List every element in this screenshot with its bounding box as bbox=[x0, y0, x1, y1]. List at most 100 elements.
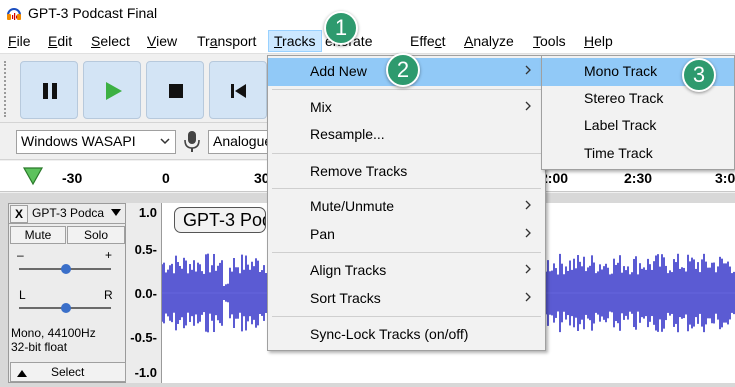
step-badge-3: 3 bbox=[682, 58, 716, 92]
menu-item-label: Label Track bbox=[584, 117, 657, 133]
menu-tracks[interactable]: Tracks bbox=[268, 30, 322, 52]
pan-slider-handle[interactable] bbox=[61, 303, 71, 313]
pan-left-label: L bbox=[19, 288, 26, 302]
menu-transport[interactable]: Transport bbox=[197, 33, 256, 49]
menu-analyze-accel: A bbox=[464, 33, 474, 49]
amplitude-scale: 1.0 0.5- 0.0- -0.5- -1.0 bbox=[126, 203, 162, 383]
select-button-label: Select bbox=[51, 365, 85, 379]
menu-item-align-tracks[interactable]: Align Tracks bbox=[268, 257, 545, 285]
menu-view-accel: V bbox=[147, 33, 157, 49]
menu-item-pan[interactable]: Pan bbox=[268, 221, 545, 249]
gain-minus-label: – bbox=[17, 248, 24, 262]
menu-item-label: Resample... bbox=[310, 126, 385, 142]
menu-item-remove-tracks[interactable]: Remove Tracks bbox=[268, 158, 545, 186]
menu-view[interactable]: View bbox=[147, 33, 177, 49]
menu-analyze-label: nalyze bbox=[473, 33, 514, 49]
menu-item-label: Mute/Unmute bbox=[310, 198, 395, 214]
menu-help[interactable]: Help bbox=[584, 33, 613, 49]
menu-tools-label: ools bbox=[540, 33, 566, 49]
pause-icon bbox=[43, 83, 57, 99]
menu-analyze[interactable]: Analyze bbox=[464, 33, 514, 49]
submenu-arrow-icon bbox=[525, 200, 531, 210]
microphone-icon bbox=[184, 131, 200, 152]
menu-tracks-accel: T bbox=[274, 33, 283, 49]
menu-bar: File Edit Select View Transport Tracks e… bbox=[0, 28, 735, 54]
menu-item-sync-lock-tracks[interactable]: Sync-Lock Tracks (on/off) bbox=[268, 321, 545, 349]
skip-to-start-icon bbox=[231, 84, 246, 98]
track-name-menu[interactable]: GPT-3 Podca bbox=[32, 206, 104, 220]
timeline-tick: -30 bbox=[62, 170, 83, 186]
track-header: X GPT-3 Podca bbox=[9, 204, 127, 224]
menu-item-label: Add New bbox=[310, 63, 367, 79]
scale-label: 1.0 bbox=[138, 205, 157, 220]
track-sample-format: 32-bit float bbox=[11, 340, 68, 354]
skip-to-start-button[interactable] bbox=[209, 61, 267, 119]
menu-item-label-track[interactable]: Label Track bbox=[542, 112, 734, 140]
audio-host-value: Windows WASAPI bbox=[21, 133, 136, 149]
menu-help-accel: H bbox=[584, 33, 595, 49]
track-menu-dropdown-icon[interactable] bbox=[111, 209, 121, 217]
menu-view-label: iew bbox=[156, 33, 178, 49]
menu-transport-pre: Tr bbox=[197, 33, 210, 49]
collapse-track-icon[interactable] bbox=[17, 369, 27, 377]
scale-label: 0.0- bbox=[134, 286, 157, 301]
menu-file-accel: F bbox=[8, 33, 17, 49]
timeline-tick: 2:30 bbox=[624, 170, 653, 186]
gain-plus-label: + bbox=[105, 248, 113, 262]
menu-edit[interactable]: Edit bbox=[48, 33, 72, 49]
menu-item-resample[interactable]: Resample... bbox=[268, 121, 545, 149]
title-bar: GPT-3 Podcast Final bbox=[0, 0, 735, 28]
close-track-button[interactable]: X bbox=[10, 205, 28, 223]
menu-file[interactable]: File bbox=[8, 33, 31, 49]
pause-button[interactable] bbox=[20, 61, 78, 119]
menu-item-mute-unmute[interactable]: Mute/Unmute bbox=[268, 193, 545, 221]
menu-separator bbox=[272, 316, 541, 317]
menu-item-label: Mix bbox=[310, 99, 332, 115]
submenu-arrow-icon bbox=[525, 228, 531, 238]
play-icon bbox=[106, 82, 122, 100]
timeline-tick: 3:0 bbox=[715, 170, 735, 186]
menu-effect-label: t bbox=[441, 33, 446, 49]
step-badge-2: 2 bbox=[386, 53, 420, 87]
menu-item-sort-tracks[interactable]: Sort Tracks bbox=[268, 285, 545, 313]
track-name-tag: GPT-3 Podcast Final bbox=[174, 207, 266, 233]
timeline-tick: 0 bbox=[162, 170, 170, 186]
menu-item-time-track[interactable]: Time Track bbox=[542, 140, 734, 168]
menu-select[interactable]: Select bbox=[91, 33, 130, 49]
play-head-icon[interactable] bbox=[22, 166, 44, 186]
menu-edit-accel: E bbox=[48, 33, 58, 49]
menu-select-label: elect bbox=[100, 33, 130, 49]
submenu-arrow-icon bbox=[525, 264, 531, 274]
step-badge-1: 1 bbox=[324, 11, 358, 45]
menu-tools[interactable]: Tools bbox=[533, 33, 566, 49]
menu-item-label: Pan bbox=[310, 226, 335, 242]
menu-edit-label: dit bbox=[57, 33, 73, 49]
solo-button[interactable]: Solo bbox=[67, 226, 125, 244]
gain-slider-handle[interactable] bbox=[61, 264, 71, 274]
menu-item-label: Align Tracks bbox=[310, 262, 387, 278]
menu-separator bbox=[272, 252, 541, 253]
menu-item-mix[interactable]: Mix bbox=[268, 94, 545, 122]
menu-tracks-label: racks bbox=[282, 33, 316, 49]
toolbar-grip[interactable] bbox=[4, 61, 14, 117]
menu-item-label: Remove Tracks bbox=[310, 163, 408, 179]
menu-item-label: Sort Tracks bbox=[310, 290, 381, 306]
submenu-arrow-icon bbox=[525, 101, 531, 111]
select-track-button[interactable]: Select bbox=[10, 362, 126, 382]
scale-label: -1.0 bbox=[134, 365, 157, 380]
track-control-panel: X GPT-3 Podca Mute Solo – + L R Mono, 44… bbox=[8, 203, 127, 383]
scale-label: -0.5- bbox=[130, 330, 157, 345]
play-button[interactable] bbox=[83, 61, 141, 119]
audacity-logo-icon bbox=[7, 8, 21, 20]
chevron-down-icon bbox=[160, 138, 170, 145]
menu-tools-accel: T bbox=[533, 33, 540, 49]
menu-item-label: Sync-Lock Tracks (on/off) bbox=[310, 326, 469, 342]
recording-device-value: Analogue bbox=[213, 133, 273, 149]
menu-effect[interactable]: Effect bbox=[410, 33, 446, 49]
menu-effect-accel: c bbox=[434, 33, 442, 49]
mute-button[interactable]: Mute bbox=[10, 226, 66, 244]
stop-button[interactable] bbox=[146, 61, 204, 119]
menu-file-label: ile bbox=[16, 33, 31, 49]
audio-host-select[interactable]: Windows WASAPI bbox=[16, 130, 176, 154]
menu-help-label: elp bbox=[594, 33, 613, 49]
